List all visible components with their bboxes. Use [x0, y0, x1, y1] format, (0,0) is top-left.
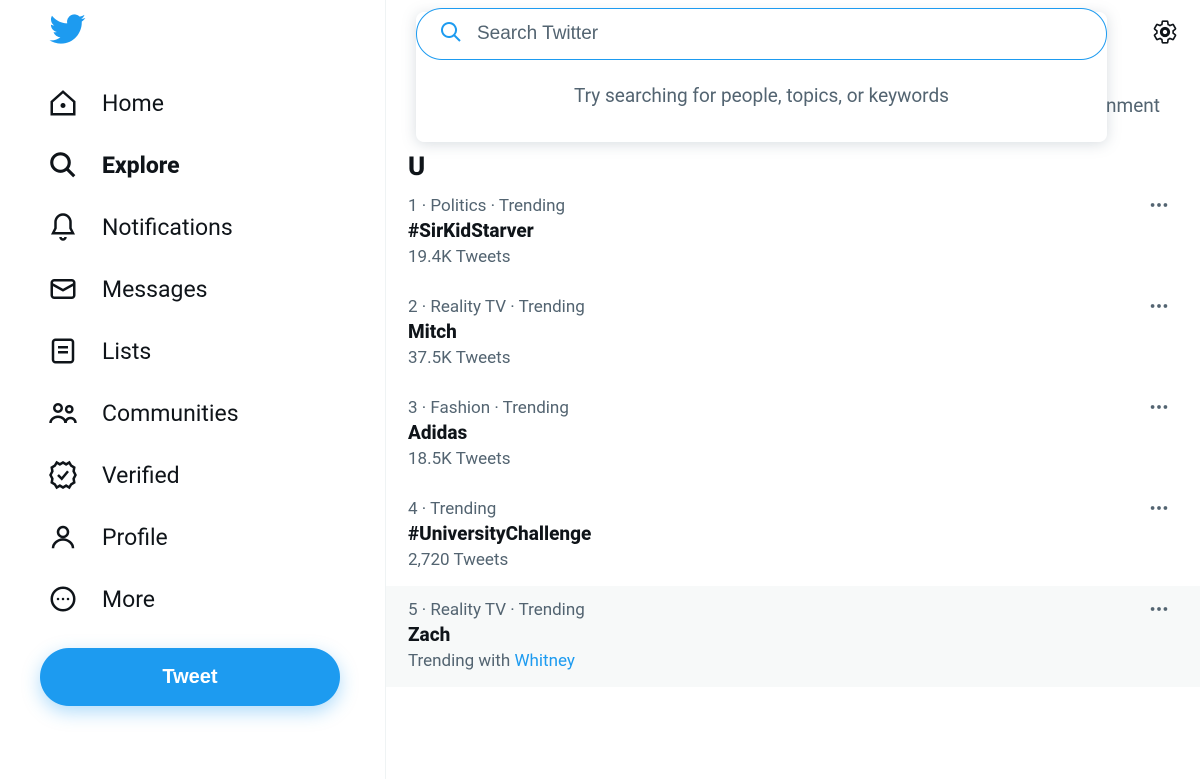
search-icon [48, 150, 78, 180]
trend-title: Zach [408, 623, 1170, 646]
profile-icon [48, 522, 78, 552]
nav-communities[interactable]: Communities [40, 382, 259, 444]
nav-label: Home [102, 90, 164, 117]
nav-messages[interactable]: Messages [40, 258, 228, 320]
trend-sub: 2,720 Tweets [408, 550, 1170, 570]
trend-item[interactable]: 3 · Fashion · Trending Adidas 18.5K Twee… [386, 384, 1200, 485]
tab-fragment: nment [1106, 94, 1160, 117]
trend-sub: 18.5K Tweets [408, 449, 1170, 469]
people-icon [48, 398, 78, 428]
trend-more-icon[interactable] [1148, 497, 1170, 524]
nav-label: Profile [102, 524, 168, 551]
trend-meta: 1 · Politics · Trending [408, 196, 1170, 216]
nav-label: More [102, 586, 155, 613]
trend-more-icon[interactable] [1148, 598, 1170, 625]
bell-icon [48, 212, 78, 242]
trend-sub: Trending with Whitney [408, 651, 1170, 671]
nav-home[interactable]: Home [40, 72, 184, 134]
envelope-icon [48, 274, 78, 304]
verified-icon [48, 460, 78, 490]
trend-meta: 5 · Reality TV · Trending [408, 600, 1170, 620]
nav-notifications[interactable]: Notifications [40, 196, 253, 258]
trend-sub: 37.5K Tweets [408, 348, 1170, 368]
search-icon [439, 20, 463, 48]
trend-link[interactable]: Whitney [514, 651, 574, 671]
home-icon [48, 88, 78, 118]
trend-title: Adidas [408, 421, 1170, 444]
nav-lists[interactable]: Lists [40, 320, 171, 382]
trend-item[interactable]: 5 · Reality TV · Trending Zach Trending … [386, 586, 1200, 687]
trend-title: #SirKidStarver [408, 219, 1170, 242]
primary-nav: Home Explore Notifications Messages List… [40, 72, 385, 630]
trend-more-icon[interactable] [1148, 295, 1170, 322]
trend-meta: 4 · Trending [408, 499, 1170, 519]
nav-verified[interactable]: Verified [40, 444, 200, 506]
nav-label: Communities [102, 400, 239, 427]
trend-meta: 3 · Fashion · Trending [408, 398, 1170, 418]
search-hint: Try searching for people, topics, or key… [440, 84, 1083, 107]
search-input[interactable] [477, 23, 1084, 45]
trend-title: #UniversityChallenge [408, 522, 1170, 545]
list-icon [48, 336, 78, 366]
trends-list: 1 · Politics · Trending #SirKidStarver 1… [386, 182, 1200, 687]
twitter-logo[interactable] [48, 10, 385, 52]
sidebar: Home Explore Notifications Messages List… [0, 0, 385, 779]
nav-label: Messages [102, 276, 208, 303]
main-content: Try searching for people, topics, or key… [385, 0, 1200, 779]
trend-more-icon[interactable] [1148, 194, 1170, 221]
trend-more-icon[interactable] [1148, 396, 1170, 423]
search-box[interactable] [416, 8, 1107, 60]
nav-explore[interactable]: Explore [40, 134, 200, 196]
tweet-button[interactable]: Tweet [40, 648, 340, 706]
nav-label: Notifications [102, 214, 233, 241]
settings-icon[interactable] [1152, 19, 1178, 49]
nav-profile[interactable]: Profile [40, 506, 188, 568]
nav-more[interactable]: More [40, 568, 175, 630]
trend-meta: 2 · Reality TV · Trending [408, 297, 1170, 317]
trend-title: Mitch [408, 320, 1170, 343]
trend-item[interactable]: 1 · Politics · Trending #SirKidStarver 1… [386, 182, 1200, 283]
trend-item[interactable]: 2 · Reality TV · Trending Mitch 37.5K Tw… [386, 283, 1200, 384]
heading-fragment: U [408, 152, 425, 182]
top-bar: Try searching for people, topics, or key… [386, 0, 1200, 72]
nav-label: Lists [102, 338, 151, 365]
search-wrapper: Try searching for people, topics, or key… [416, 8, 1107, 60]
trend-sub: 19.4K Tweets [408, 247, 1170, 267]
trend-item[interactable]: 4 · Trending #UniversityChallenge 2,720 … [386, 485, 1200, 586]
nav-label: Verified [102, 462, 180, 489]
more-icon [48, 584, 78, 614]
nav-label: Explore [102, 152, 180, 179]
